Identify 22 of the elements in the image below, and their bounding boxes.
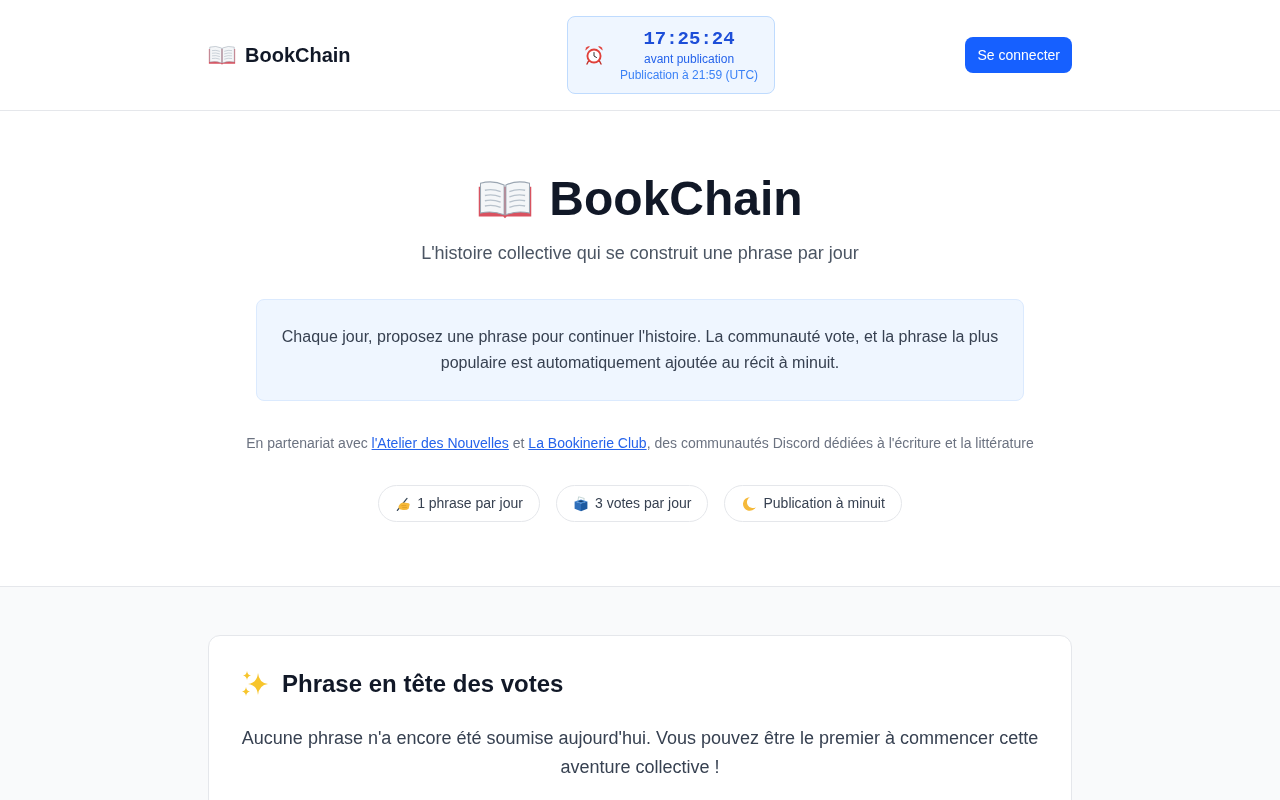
crescent-moon-icon: [741, 495, 758, 512]
countdown-time: 17:25:24: [643, 27, 735, 51]
open-book-icon: [477, 179, 534, 219]
feature-pill: 3 votes par jour: [555, 485, 709, 522]
community-link[interactable]: La Bookinerie Club: [528, 435, 647, 451]
feature-pill: Publication à minuit: [724, 485, 902, 522]
partnership-text: En partenariat avec l'Atelier des Nouvelles et La Bookinerie Club, des communautés Discord dédiées à l'écriture et la littérature: [246, 434, 1034, 453]
feature-pill: 1 phrase par jour: [378, 485, 540, 522]
countdown-caption: avant publication: [644, 51, 735, 67]
empty-message: Aucune phrase n'a encore été soumise aujourd'hui. Vous pouvez être le premier à commencer cette aventure collective !: [241, 727, 1039, 779]
card-title: Phrase en tête des votes: [282, 669, 564, 699]
login-button[interactable]: Se connecter: [965, 37, 1072, 73]
publication-time: Publication à 21:59 (UTC): [620, 67, 759, 83]
hero-subtitle: L'histoire collective qui se construit une phrase par jour: [421, 242, 859, 265]
community-link[interactable]: l'Atelier des Nouvelles: [371, 435, 509, 451]
hero-title: BookChain: [549, 175, 803, 223]
writing-hand-icon: [395, 495, 412, 512]
alarm-clock-icon: [584, 45, 604, 65]
brand-name: BookChain: [245, 43, 351, 68]
intro-text: Chaque jour, proposez une phrase pour continuer l'histoire. La communauté vote, et la phrase la plus populaire est automatiquement ajoutée au récit à minuit.: [281, 327, 999, 373]
ballot-box-icon: [572, 495, 589, 512]
open-book-icon: [208, 45, 236, 65]
